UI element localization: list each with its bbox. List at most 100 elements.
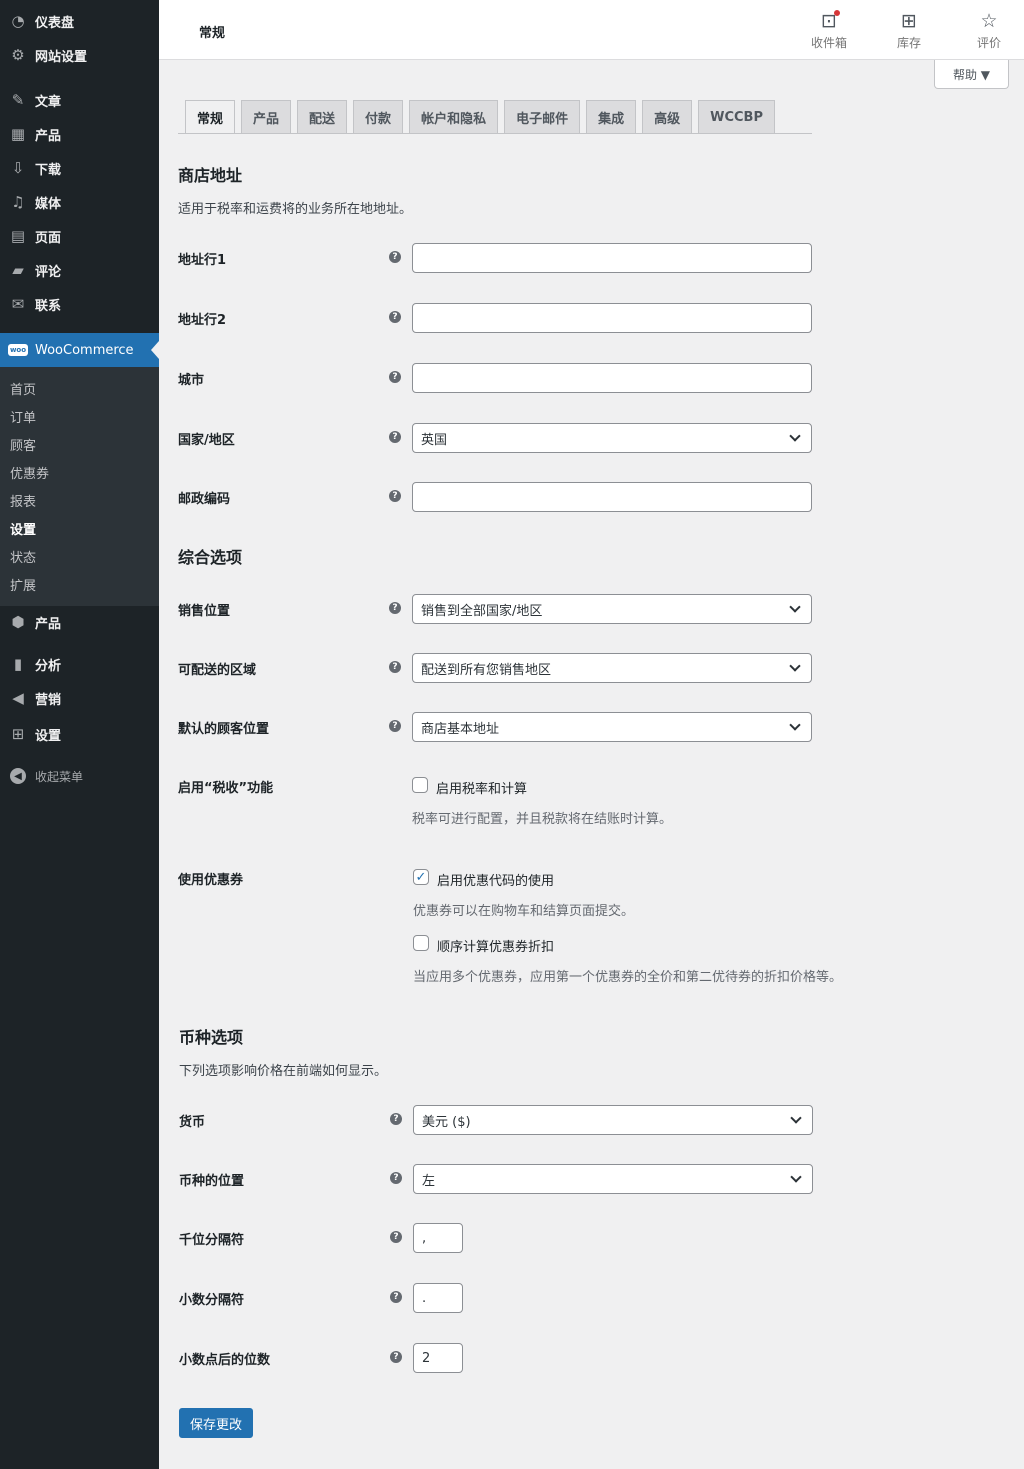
review-button[interactable]: ☆ 评价: [954, 8, 1024, 51]
menu-posts[interactable]: ✎ 文章: [0, 85, 159, 115]
help-tip-icon[interactable]: ?: [390, 1231, 402, 1243]
settings-tabs: 常规 产品 配送 付款 帐户和隐私 电子邮件 集成 高级 WCCBP: [185, 100, 781, 134]
page-title: 常规: [199, 26, 226, 41]
sell-locations-select[interactable]: 销售到全部国家/地区: [412, 594, 812, 624]
menu-settings[interactable]: ⊞ 设置: [0, 719, 159, 749]
sequential-coupons-checkbox-label[interactable]: 顺序计算优惠券折扣: [437, 936, 554, 955]
menu-site-settings[interactable]: ⚙ 网站设置: [0, 40, 159, 70]
woocommerce-submenu: 首页 订单 顾客 优惠券 报表 设置 状态 扩展: [0, 367, 159, 606]
menu-woocommerce[interactable]: woo WooCommerce: [0, 333, 159, 367]
tab-integration[interactable]: 集成: [586, 100, 637, 134]
submenu-settings[interactable]: 设置: [10, 519, 36, 538]
inbox-button[interactable]: ⊡ 收件箱: [794, 8, 864, 51]
submenu-orders[interactable]: 订单: [10, 407, 36, 426]
help-tip-icon[interactable]: ?: [390, 1172, 402, 1184]
help-button[interactable]: 帮助 ▼: [934, 60, 1009, 89]
submenu-status[interactable]: 状态: [10, 547, 36, 566]
menu-media[interactable]: ♫ 媒体: [0, 187, 159, 217]
decimal-separator-label: 小数分隔符: [179, 1293, 245, 1308]
menu-contact[interactable]: ✉ 联系: [0, 289, 159, 319]
menu-products-top[interactable]: ▦ 产品: [0, 119, 159, 149]
ship-locations-select[interactable]: 配送到所有您销售地区: [412, 653, 812, 683]
help-tip-icon[interactable]: ?: [390, 1291, 402, 1303]
notification-dot: [834, 10, 840, 16]
enable-coupons-desc: 优惠券可以在购物车和结算页面提交。: [413, 904, 635, 919]
help-tip-icon[interactable]: ?: [389, 251, 401, 263]
decimals-input[interactable]: [413, 1343, 463, 1373]
help-tip-icon[interactable]: ?: [389, 661, 401, 673]
decimal-separator-input[interactable]: [413, 1283, 463, 1313]
postcode-label: 邮政编码: [178, 492, 231, 507]
sell-locations-label: 销售位置: [178, 604, 231, 619]
help-tip-icon[interactable]: ?: [389, 371, 401, 383]
store-address-title: 商店地址: [178, 166, 243, 185]
default-location-select[interactable]: 商店基本地址: [412, 712, 812, 742]
admin-sidebar: ◔ 仪表盘 ⚙ 网站设置 ✎ 文章 ▦ 产品 ⇩ 下载 ♫ 媒体 ▤ 页面 ▰ …: [0, 0, 159, 1469]
menu-products[interactable]: ⬢ 产品: [0, 607, 159, 637]
sequential-coupons-desc: 当应用多个优惠券，应用第一个优惠券的全价和第二优待券的折扣价格等。: [413, 970, 843, 985]
sequential-coupons-checkbox[interactable]: [413, 935, 429, 951]
tab-products[interactable]: 产品: [241, 100, 292, 134]
tab-accounts-privacy[interactable]: 帐户和隐私: [409, 100, 499, 134]
menu-pages[interactable]: ▤ 页面: [0, 221, 159, 251]
tab-payments[interactable]: 付款: [353, 100, 404, 134]
menu-dashboard[interactable]: ◔ 仪表盘: [0, 6, 159, 36]
submenu-coupons[interactable]: 优惠券: [10, 463, 49, 482]
address2-input[interactable]: [412, 303, 812, 333]
city-input[interactable]: [412, 363, 812, 393]
help-tip-icon[interactable]: ?: [390, 1113, 402, 1125]
help-tip-icon[interactable]: ?: [389, 311, 401, 323]
help-tip-icon[interactable]: ?: [389, 602, 401, 614]
address1-input[interactable]: [412, 243, 812, 273]
enable-coupons-checkbox-label[interactable]: 启用优惠代码的使用: [437, 870, 554, 889]
submenu-extensions[interactable]: 扩展: [10, 575, 36, 594]
store-address-desc: 适用于税率和运费将的业务所在地地址。: [178, 202, 413, 217]
tab-divider: [178, 133, 812, 134]
menu-comments[interactable]: ▰ 评论: [0, 255, 159, 285]
chevron-down-icon: [790, 1112, 802, 1124]
help-tip-icon[interactable]: ?: [390, 1351, 402, 1363]
comment-icon: ▰: [12, 261, 24, 279]
tab-emails[interactable]: 电子邮件: [504, 100, 581, 134]
inbox-icon: ⊡: [794, 8, 864, 34]
tab-shipping[interactable]: 配送: [297, 100, 348, 134]
tab-general[interactable]: 常规: [185, 100, 236, 134]
enable-coupons-checkbox[interactable]: ✓: [413, 869, 429, 885]
submenu-customers[interactable]: 顾客: [10, 435, 36, 454]
chevron-down-icon: [789, 719, 801, 731]
decimals-label: 小数点后的位数: [179, 1353, 271, 1368]
address1-label: 地址行1: [178, 253, 227, 268]
enable-tax-checkbox-label[interactable]: 启用税率和计算: [436, 778, 527, 797]
stock-button[interactable]: ⊞ 库存: [874, 8, 944, 51]
enable-tax-checkbox[interactable]: [412, 777, 428, 793]
menu-marketing[interactable]: ◀ 营销: [0, 683, 159, 713]
collapse-menu-button[interactable]: ◀ 收起菜单: [0, 761, 159, 791]
menu-downloads[interactable]: ⇩ 下载: [0, 153, 159, 183]
submenu-home[interactable]: 首页: [10, 379, 36, 398]
thousand-separator-input[interactable]: [413, 1223, 463, 1253]
chevron-down-icon: [789, 660, 801, 672]
tab-wccbp[interactable]: WCCBP: [698, 100, 775, 134]
bar-chart-icon: ▮: [13, 655, 23, 673]
general-options-title: 综合选项: [178, 548, 243, 567]
help-tip-icon[interactable]: ?: [389, 720, 401, 732]
submenu-reports[interactable]: 报表: [10, 491, 36, 510]
star-icon: ☆: [980, 10, 998, 32]
city-label: 城市: [178, 373, 205, 388]
currency-options-title: 币种选项: [179, 1028, 244, 1047]
currency-position-select[interactable]: 左: [413, 1164, 813, 1194]
postcode-input[interactable]: [412, 482, 812, 512]
download-icon: ⇩: [11, 159, 25, 177]
default-location-label: 默认的顾客位置: [178, 722, 270, 737]
collapse-icon: ◀: [9, 767, 27, 785]
help-tip-icon[interactable]: ?: [389, 431, 401, 443]
country-select[interactable]: 英国: [412, 423, 812, 453]
help-tip-icon[interactable]: ?: [389, 490, 401, 502]
currency-select[interactable]: 美元 ($): [413, 1105, 813, 1135]
menu-analytics[interactable]: ▮ 分析: [0, 649, 159, 679]
save-button[interactable]: 保存更改: [179, 1408, 253, 1438]
currency-position-label: 币种的位置: [179, 1174, 245, 1189]
tab-advanced[interactable]: 高级: [642, 100, 693, 134]
address2-label: 地址行2: [178, 313, 227, 328]
chevron-down-icon: [789, 601, 801, 613]
